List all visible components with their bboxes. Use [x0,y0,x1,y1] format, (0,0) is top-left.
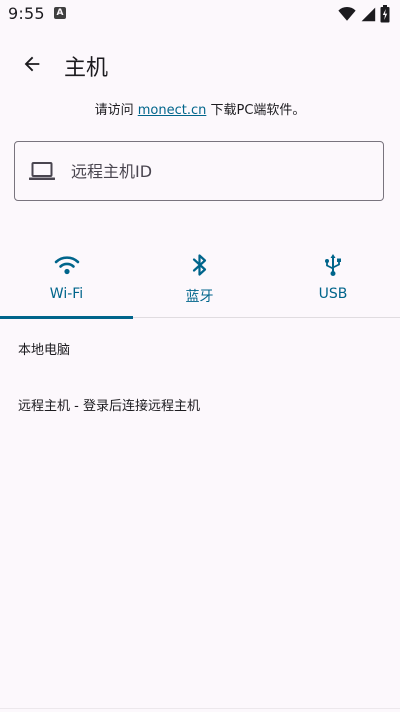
wifi-signal-icon [338,6,356,21]
download-hint-prefix: 请访问 [94,103,138,118]
list-item-remote-host[interactable]: 远程主机 - 登录后连接远程主机 [18,395,200,414]
tab-wifi-label: Wi-Fi [49,286,84,302]
download-hint-suffix: 下载PC端软件。 [206,103,306,118]
remote-host-field[interactable] [14,141,384,201]
page-title: 主机 [64,56,109,81]
tab-usb[interactable]: USB [266,242,400,318]
battery-icon [380,5,390,23]
cell-signal-icon [361,7,376,22]
app-bar: 主机 [0,38,400,90]
download-hint: 请访问 monect.cn 下载PC端软件。 [0,99,400,118]
notification-app-icon: A [54,7,66,19]
wifi-icon [54,256,79,275]
status-bar: 9:55 A [0,0,400,28]
status-icons [338,5,390,23]
usb-icon [325,254,341,276]
monect-link[interactable]: monect.cn [138,103,207,118]
connection-tabs: Wi-Fi 蓝牙 USB [0,242,400,319]
tab-bluetooth[interactable]: 蓝牙 [133,242,266,318]
back-button[interactable] [16,48,48,80]
remote-host-id-input[interactable] [71,156,361,186]
status-time: 9:55 [8,4,45,23]
laptop-icon [29,162,55,180]
list-item-local-computer[interactable]: 本地电脑 [18,339,70,358]
bluetooth-icon [192,254,206,276]
tab-bluetooth-label: 蓝牙 [185,289,214,305]
tab-wifi[interactable]: Wi-Fi [0,242,133,319]
arrow-back-icon [24,56,40,72]
bottom-divider [0,708,400,709]
tab-selected-indicator [0,316,133,319]
tab-usb-label: USB [318,286,348,302]
